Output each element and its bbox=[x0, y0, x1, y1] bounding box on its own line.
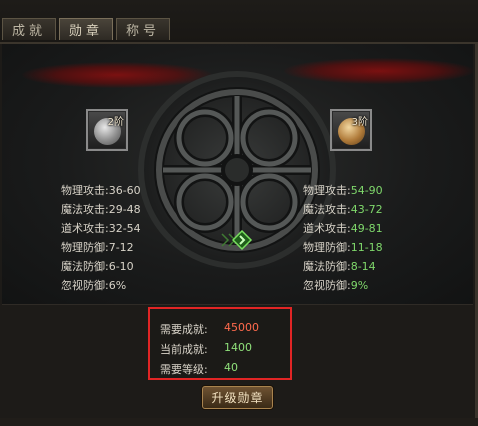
stat-name: 道术攻击: bbox=[303, 222, 351, 235]
required-achievement-label: 需要成就: bbox=[160, 323, 208, 336]
required-achievement-row: 需要成就: 45000 bbox=[160, 321, 259, 337]
current-medal-stats: 物理攻击: 36-60 魔法攻击: 29-48 道术攻击: 32-54 物理防御: 7-… bbox=[61, 181, 141, 295]
stat-row: 物理防御: 7-12 bbox=[61, 238, 141, 257]
medal-panel: 2阶 3阶 物理攻击: 36-60 魔法攻击: 29-48 道术攻击: 32-54 物… bbox=[2, 44, 473, 305]
stat-row: 道术攻击: 49-81 bbox=[303, 219, 383, 238]
required-level-value: 40 bbox=[224, 361, 238, 374]
stat-value: 8-14 bbox=[350, 260, 376, 273]
next-medal-stats: 物理攻击: 54-90 魔法攻击: 43-72 道术攻击: 49-81 物理防御: 11… bbox=[303, 181, 383, 295]
stat-value: 6% bbox=[108, 279, 127, 292]
next-medal-slot[interactable]: 3阶 bbox=[330, 109, 372, 151]
current-achievement-label: 当前成就: bbox=[160, 343, 208, 356]
current-achievement-row: 当前成就: 1400 bbox=[160, 341, 252, 357]
stat-value: 36-60 bbox=[108, 184, 141, 197]
required-achievement-value: 45000 bbox=[224, 321, 259, 334]
upgrade-requirements: 需要成就: 45000 当前成就: 1400 需要等级: 40 bbox=[148, 307, 292, 380]
stat-row: 魔法防御: 6-10 bbox=[61, 257, 141, 276]
stat-value: 9% bbox=[350, 279, 369, 292]
stat-name: 魔法攻击: bbox=[61, 203, 109, 216]
tab-titles[interactable]: 称号 bbox=[116, 18, 171, 40]
stat-name: 忽视防御: bbox=[61, 279, 109, 292]
stat-value: 43-72 bbox=[350, 203, 383, 216]
stat-row: 魔法攻击: 43-72 bbox=[303, 200, 383, 219]
required-level-row: 需要等级: 40 bbox=[160, 361, 238, 377]
stat-name: 魔法防御: bbox=[61, 260, 109, 273]
stat-name: 物理攻击: bbox=[61, 184, 109, 197]
stat-name: 魔法防御: bbox=[303, 260, 351, 273]
tab-bar: 成就 勋章 称号 bbox=[0, 0, 478, 44]
stat-value: 6-10 bbox=[108, 260, 134, 273]
stat-name: 物理攻击: bbox=[303, 184, 351, 197]
green-arrow-icon bbox=[221, 230, 253, 250]
current-medal-tier: 2阶 bbox=[107, 117, 124, 128]
tab-medals[interactable]: 勋章 bbox=[59, 18, 114, 40]
stat-value: 49-81 bbox=[350, 222, 383, 235]
stat-row: 忽视防御: 9% bbox=[303, 276, 383, 295]
tab-achievements[interactable]: 成就 bbox=[2, 18, 57, 40]
stat-value: 11-18 bbox=[350, 241, 383, 254]
stat-row: 物理攻击: 36-60 bbox=[61, 181, 141, 200]
bottom-border bbox=[0, 418, 478, 426]
medal-window: 成就 勋章 称号 2阶 3阶 物理攻击: 36-60 魔法攻击: 29-48 道… bbox=[0, 0, 478, 426]
stat-row: 魔法防御: 8-14 bbox=[303, 257, 383, 276]
stat-name: 道术攻击: bbox=[61, 222, 109, 235]
stat-value: 32-54 bbox=[108, 222, 141, 235]
stat-value: 54-90 bbox=[350, 184, 383, 197]
stat-name: 忽视防御: bbox=[303, 279, 351, 292]
stat-value: 29-48 bbox=[108, 203, 141, 216]
next-medal-tier: 3阶 bbox=[351, 117, 368, 128]
stat-row: 物理防御: 11-18 bbox=[303, 238, 383, 257]
stat-row: 忽视防御: 6% bbox=[61, 276, 141, 295]
required-level-label: 需要等级: bbox=[160, 363, 208, 376]
stat-name: 魔法攻击: bbox=[303, 203, 351, 216]
stat-row: 道术攻击: 32-54 bbox=[61, 219, 141, 238]
current-medal-slot[interactable]: 2阶 bbox=[86, 109, 128, 151]
current-achievement-value: 1400 bbox=[224, 341, 252, 354]
upgrade-medal-button[interactable]: 升级勋章 bbox=[202, 386, 273, 409]
stat-value: 7-12 bbox=[108, 241, 134, 254]
stat-row: 物理攻击: 54-90 bbox=[303, 181, 383, 200]
stat-name: 物理防御: bbox=[303, 241, 351, 254]
stat-name: 物理防御: bbox=[61, 241, 109, 254]
stat-row: 魔法攻击: 29-48 bbox=[61, 200, 141, 219]
